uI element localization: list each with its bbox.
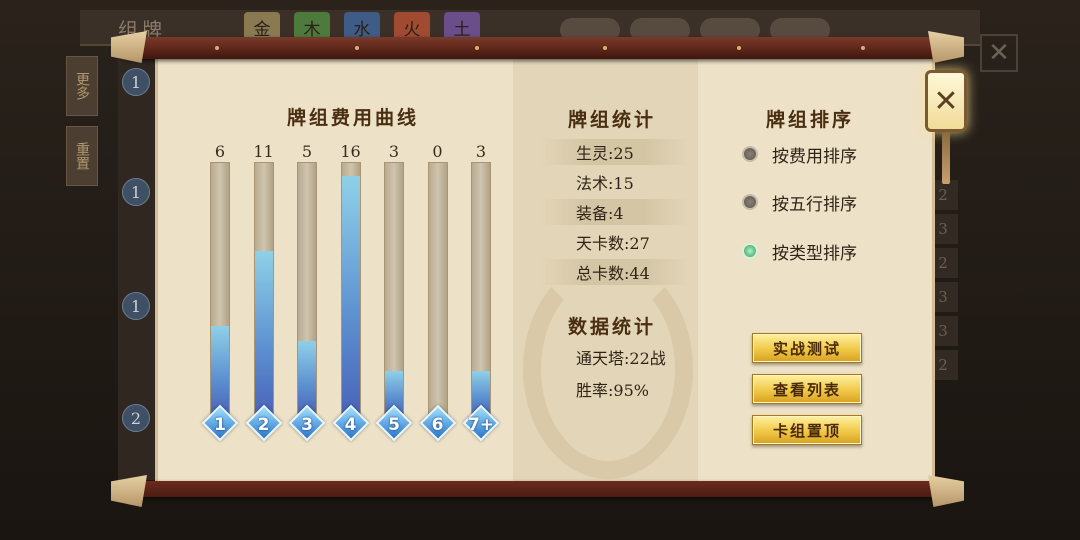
sort-title: 牌组排序	[766, 109, 855, 131]
sort-by-cost-radio[interactable]	[742, 146, 758, 162]
cost-label: 6	[431, 415, 444, 435]
bar-track	[253, 162, 274, 417]
rod-nail	[603, 46, 607, 50]
sort-by-element-label: 按五行排序	[772, 194, 857, 215]
more-button: 更多	[66, 56, 98, 116]
rod-nail	[215, 46, 219, 50]
stat-creatures-text: 生灵:25	[576, 144, 634, 163]
stat-total-cards-text: 总卡数:44	[576, 264, 650, 283]
pin-deck-button[interactable]: 卡组置顶	[752, 415, 862, 445]
reset-button: 重置	[66, 126, 98, 186]
stat-equipment-text: 装备:4	[576, 204, 624, 223]
stat-total-cards: 总卡数:44	[540, 259, 690, 285]
sort-by-type-label: 按类型排序	[772, 243, 857, 264]
sort-by-cost-label: 按费用排序	[772, 146, 857, 167]
bar-count-label: 0	[432, 142, 443, 161]
rod-nail	[475, 46, 479, 50]
background-side-buttons: 更多 重置	[66, 56, 100, 476]
bar-track	[471, 162, 491, 417]
scroll-bottom-rod	[111, 475, 950, 507]
bar-track	[297, 162, 317, 417]
close-icon: ✕	[933, 83, 959, 119]
cost-curve-chart: 6 1 11 2 5 3 16 4 3 5 0 6 3 7+	[200, 140, 510, 442]
bar-fill	[341, 176, 360, 416]
bar-count-label: 6	[214, 142, 226, 161]
bar-track	[427, 162, 448, 417]
swirl-ornament	[523, 259, 693, 479]
cost-label: 5	[388, 415, 400, 435]
deck-stats-title: 牌组统计	[568, 109, 657, 131]
scroll-top-rod	[111, 31, 950, 63]
close-button[interactable]: ✕	[925, 70, 967, 132]
background-close-icon: ✕	[980, 34, 1018, 72]
stat-win-rate: 胜率:95%	[576, 381, 649, 400]
lantern-tassel	[942, 132, 950, 184]
rod-nail	[355, 46, 359, 50]
data-stats-title: 数据统计	[568, 316, 657, 338]
sort-by-cost-option[interactable]: 按费用排序	[742, 141, 857, 167]
cost-curve-title: 牌组费用曲线	[287, 107, 420, 129]
stat-creatures: 生灵:25	[540, 139, 690, 165]
sort-by-element-option[interactable]: 按五行排序	[742, 189, 857, 215]
bar-fill	[254, 251, 273, 416]
bar-count-label: 11	[253, 142, 274, 161]
cost-label: 1	[214, 415, 226, 435]
bar-track	[384, 162, 404, 417]
bar-count-label: 5	[301, 142, 313, 161]
bar-track	[210, 162, 230, 417]
sort-by-type-radio[interactable]	[742, 243, 758, 259]
stat-heaven-cards-text: 天卡数:27	[576, 234, 650, 253]
cost-label: 3	[301, 415, 313, 435]
cost-label: 4	[344, 415, 357, 435]
bar-count-label: 16	[340, 142, 361, 161]
bar-count-label: 3	[388, 142, 400, 161]
stat-heaven-cards: 天卡数:27	[540, 229, 690, 255]
battle-test-button[interactable]: 实战测试	[752, 333, 862, 363]
sort-by-element-radio[interactable]	[742, 194, 758, 210]
sort-by-type-option[interactable]: 按类型排序	[742, 238, 857, 264]
bar-track	[340, 162, 361, 417]
stat-equipment: 装备:4	[540, 199, 690, 225]
stat-spells-text: 法术:15	[576, 174, 634, 193]
rod-nail	[737, 46, 741, 50]
stat-spells: 法术:15	[540, 169, 690, 195]
cost-label: 2	[257, 415, 270, 435]
stat-tower-battles: 通天塔:22战	[576, 349, 666, 368]
cost-label: 7+	[467, 415, 495, 435]
rod-nail	[861, 46, 865, 50]
view-list-button[interactable]: 查看列表	[752, 374, 862, 404]
bar-count-label: 3	[475, 142, 487, 161]
bar-fill	[211, 326, 229, 416]
